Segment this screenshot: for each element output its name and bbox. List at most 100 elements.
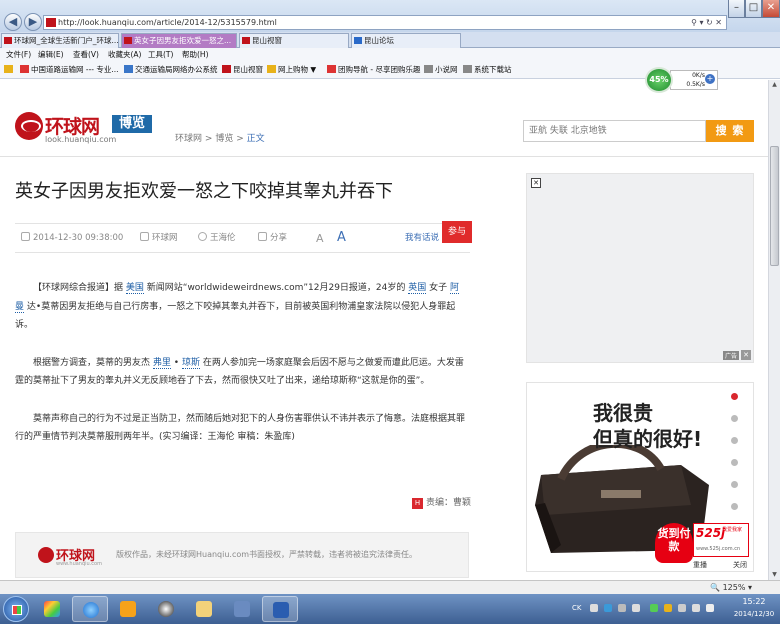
ad-dismiss-icon[interactable]: ✕	[741, 350, 751, 360]
vertical-scrollbar[interactable]: ▲ ▼	[768, 80, 780, 580]
ad-close-icon[interactable]: ✕	[531, 178, 541, 188]
user-icon	[198, 232, 207, 241]
taskbar-app-calculator[interactable]	[224, 596, 260, 622]
carousel-dot[interactable]	[731, 503, 738, 510]
share-button[interactable]: 分享	[258, 224, 287, 252]
fav-office-system[interactable]: 交通运输局网络办公系统	[124, 61, 218, 79]
ie-icon	[83, 602, 99, 618]
tray-settings-icon[interactable]	[618, 604, 626, 612]
taskbar-app-qq[interactable]	[148, 596, 184, 622]
search-icon[interactable]: ⚲ ▾ ↻ ✕	[691, 16, 722, 29]
tray-volume-icon[interactable]	[706, 604, 714, 612]
address-bar[interactable]: http://look.huanqiu.com/article/2014-12/…	[43, 15, 727, 30]
menu-file[interactable]: 文件(F)	[6, 48, 31, 61]
editor-icon: H	[412, 498, 423, 509]
breadcrumb-channel[interactable]: 博览	[215, 134, 233, 144]
carousel-dot[interactable]	[731, 459, 738, 466]
upload-speed: 0K/s	[692, 72, 705, 79]
scroll-up-icon[interactable]: ▲	[770, 80, 779, 90]
tray-update-icon[interactable]	[664, 604, 672, 612]
taskbar-app-media-center[interactable]	[34, 596, 70, 622]
network-plus-icon[interactable]: +	[705, 74, 715, 84]
search-input[interactable]: 亚航 失联 北京地铁	[523, 120, 706, 142]
tray-help-icon[interactable]	[632, 604, 640, 612]
ad-banner-bag[interactable]: 我很贵 但真的很好! 货到付款 525j 我爱我家 www.525j.com.c…	[526, 382, 754, 572]
share-icon	[258, 232, 267, 241]
menu-view[interactable]: 查看(V)	[73, 48, 99, 61]
ad-label: 广告	[722, 351, 739, 360]
tray-ime-icon[interactable]	[604, 604, 612, 612]
ad-headline-1: 我很贵	[593, 401, 653, 425]
menu-bar: 文件(F) 编辑(E) 查看(V) 收藏夹(A) 工具(T) 帮助(H)	[0, 48, 780, 61]
ad-replay-button[interactable]: 重播	[693, 560, 707, 570]
tab-kunshan-forum[interactable]: 昆山论坛	[351, 33, 461, 48]
menu-favorites[interactable]: 收藏夹(A)	[108, 48, 141, 61]
tray-network-icon[interactable]	[692, 604, 700, 612]
fav-road-transport[interactable]: 中国道路运输网 --- 专业...	[20, 61, 119, 79]
carousel-dot[interactable]	[731, 437, 738, 444]
channel-badge: 博览	[112, 115, 152, 133]
logo-url: look.huanqiu.com	[45, 135, 117, 144]
breadcrumb-current: 正文	[246, 134, 265, 144]
tray-security-icon[interactable]	[650, 604, 658, 612]
scroll-thumb[interactable]	[770, 146, 779, 266]
carousel-dot[interactable]	[731, 415, 738, 422]
clock-date[interactable]: 2014/12/30	[730, 610, 778, 618]
tray-flag-icon[interactable]	[678, 604, 686, 612]
carousel-dot[interactable]	[731, 481, 738, 488]
search-button[interactable]: 搜 索	[706, 120, 754, 142]
clock-icon	[21, 232, 30, 241]
fav-kunshan[interactable]: 昆山视窗	[222, 61, 263, 79]
keyword-link[interactable]: 弗里	[152, 357, 171, 369]
keyword-link[interactable]: 英国	[408, 283, 427, 294]
tab-article[interactable]: 英女子因男友拒欢爱一怒之...	[121, 33, 237, 48]
copyright-text: 版权作品，未经环球网Huanqiu.com书面授权，严禁转载，违者将被追究法律责…	[116, 550, 418, 559]
cod-badge: 货到付款	[655, 523, 693, 563]
input-language[interactable]: CK	[572, 604, 581, 612]
article-source[interactable]: 环球网	[140, 224, 178, 252]
breadcrumb-sep: >	[236, 134, 244, 144]
article-title: 英女子因男友拒欢爱一怒之下咬掉其睾丸并吞下	[15, 181, 393, 202]
minimize-button[interactable]: –	[728, 0, 745, 18]
font-smaller-button[interactable]: A	[316, 225, 324, 253]
close-window-button[interactable]: ✕	[762, 0, 780, 18]
start-button[interactable]	[3, 596, 29, 622]
tab-huanqiu[interactable]: 环球网_全球生活新门户_环球...	[1, 33, 119, 48]
clock-time[interactable]: 15:22	[734, 597, 774, 606]
zoom-level[interactable]: 🔍 125% ▾	[710, 581, 752, 594]
fav-system-download[interactable]: 系统下载站	[463, 61, 512, 79]
tray-keyboard-icon[interactable]	[590, 604, 598, 612]
carousel-dot[interactable]	[731, 393, 738, 400]
join-discussion-button[interactable]: 参与	[442, 221, 472, 243]
maximize-button[interactable]: □	[745, 0, 762, 18]
tab-favicon	[354, 37, 362, 44]
menu-help[interactable]: 帮助(H)	[182, 48, 209, 61]
network-monitor-gauge[interactable]: 45%	[645, 67, 673, 93]
fav-novel[interactable]: 小说网	[424, 61, 458, 79]
taskbar-app-word[interactable]	[262, 596, 298, 622]
tab-favicon	[4, 37, 12, 44]
tab-kunshan-window[interactable]: 昆山视窗	[239, 33, 349, 48]
keyword-link[interactable]: 琼斯	[181, 357, 200, 369]
scroll-down-icon[interactable]: ▼	[770, 570, 779, 580]
menu-tools[interactable]: 工具(T)	[148, 48, 173, 61]
keyword-link[interactable]: 美国	[125, 283, 144, 294]
font-larger-button[interactable]: A	[337, 224, 346, 252]
taskbar-app-player[interactable]	[110, 596, 146, 622]
fav-shopping[interactable]: 网上购物 ▼	[267, 61, 316, 79]
comment-link[interactable]: 我有话说	[405, 224, 439, 252]
forward-button[interactable]: ▶	[24, 13, 42, 31]
taskbar-app-explorer[interactable]	[186, 596, 222, 622]
back-button[interactable]: ◀	[4, 13, 22, 31]
player-icon	[120, 601, 136, 617]
breadcrumb-home[interactable]: 环球网	[175, 134, 202, 144]
ad-close-button[interactable]: 关闭	[733, 560, 747, 570]
breadcrumb-sep: >	[204, 134, 213, 144]
favorites-star-icon[interactable]	[4, 61, 15, 79]
fav-group-buy[interactable]: 团购导航 - 尽享团购乐趣	[327, 61, 420, 79]
ad-banner-top[interactable]: ✕ 广告 ✕	[526, 173, 754, 363]
menu-edit[interactable]: 编辑(E)	[38, 48, 64, 61]
site-logo[interactable]: 环球网 博览 look.huanqiu.com	[15, 112, 155, 144]
taskbar-app-ie[interactable]	[72, 596, 108, 622]
tab-favicon	[242, 37, 250, 44]
